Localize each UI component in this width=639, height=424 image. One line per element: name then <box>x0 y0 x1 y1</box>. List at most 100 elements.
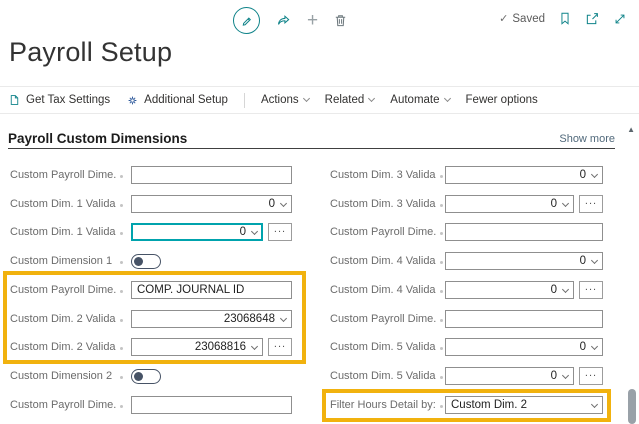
field-wrap: 0 <box>445 338 603 356</box>
combo-box[interactable]: 0 <box>131 195 292 213</box>
actionbar-item-get-tax-settings[interactable]: Get Tax Settings <box>8 93 110 107</box>
page-title: Payroll Setup <box>9 37 173 67</box>
actionbar-item-label: Fewer options <box>465 94 538 106</box>
combo-box[interactable]: Custom Dim. 2 <box>445 396 603 414</box>
field-label: Custom Payroll Dime... <box>330 226 436 238</box>
text-input[interactable] <box>445 310 603 328</box>
field-wrap <box>131 166 292 184</box>
scroll-up-arrow[interactable]: ▲ <box>627 126 635 134</box>
form-row-custom-payroll-dime-8: Custom Payroll Dime... <box>0 396 320 416</box>
chevron-down-icon <box>250 227 259 235</box>
field-marker-dot <box>120 319 123 322</box>
form-row-custom-dim-5-valida-7: Custom Dim. 5 Valida... 0... <box>320 367 639 387</box>
combo-box[interactable]: 23068648 <box>131 310 292 328</box>
combo-value: 0 <box>239 226 246 238</box>
combo-box[interactable]: 0 <box>445 166 603 184</box>
field-label: Custom Payroll Dime... <box>10 284 116 296</box>
open-in-window-button[interactable] <box>585 11 600 26</box>
text-input[interactable] <box>131 396 292 414</box>
actionbar-item-label: Automate <box>390 94 440 106</box>
expand-button[interactable] <box>613 12 627 26</box>
assist-edit-button[interactable]: ... <box>268 223 292 241</box>
actionbar-item-related[interactable]: Related <box>325 94 376 106</box>
combo-box[interactable]: 0 <box>445 195 574 213</box>
chevron-down-icon <box>590 342 599 350</box>
field-label: Custom Dim. 3 Valida... <box>330 169 436 181</box>
check-icon: ✓ <box>499 13 509 25</box>
combo-value: 0 <box>550 370 557 382</box>
field-label: Custom Dim. 5 Valida... <box>330 370 436 382</box>
field-label: Custom Dim. 4 Valida... <box>330 284 436 296</box>
toggle-switch[interactable] <box>131 369 161 384</box>
combo-box[interactable]: 0 <box>445 338 603 356</box>
edit-button[interactable] <box>233 7 260 34</box>
new-button[interactable]: + <box>307 9 319 31</box>
scrollbar-thumb[interactable] <box>628 389 636 424</box>
assist-edit-button[interactable]: ... <box>579 195 603 213</box>
field-label: Custom Dim. 5 Valida... <box>330 341 436 353</box>
field-label: Custom Dimension 2 ... <box>10 370 116 382</box>
combo-box[interactable]: 0 <box>445 367 574 385</box>
combo-box[interactable]: 0 <box>445 252 603 270</box>
field-marker-dot <box>440 405 443 408</box>
form-row-custom-dim-3-valida-1: Custom Dim. 3 Valida... 0... <box>320 195 639 215</box>
combo-value: 0 <box>550 284 557 296</box>
text-input[interactable]: COMP. JOURNAL ID <box>131 281 292 299</box>
save-status: ✓ Saved <box>499 12 545 26</box>
chevron-down-icon <box>590 170 599 178</box>
actionbar-item-fewer-options[interactable]: Fewer options <box>466 94 538 106</box>
form-row-custom-dim-2-valida-6: Custom Dim. 2 Valida... 23068816... <box>0 338 320 358</box>
text-input[interactable] <box>445 223 603 241</box>
delete-button[interactable] <box>333 13 348 28</box>
chevron-down-icon <box>561 199 570 207</box>
field-marker-dot <box>440 319 443 322</box>
combo-value: Custom Dim. 2 <box>451 399 528 411</box>
assist-edit-button[interactable]: ... <box>268 338 292 356</box>
add-icon: + <box>307 9 319 31</box>
field-label: Custom Payroll Dime... <box>10 169 116 181</box>
bookmark-button[interactable] <box>558 11 572 26</box>
action-bar: Get Tax Settings Additional Setup Actions R… <box>0 87 538 113</box>
actionbar-item-label: Get Tax Settings <box>26 94 111 106</box>
field-marker-dot <box>120 261 123 264</box>
actionbar-item-label: Additional Setup <box>144 94 228 106</box>
chevron-down-icon <box>279 199 288 207</box>
combo-value: 23068648 <box>223 313 275 325</box>
fasttab-header: Payroll Custom Dimensions Show more <box>8 129 615 149</box>
combo-box[interactable]: 0 <box>445 281 574 299</box>
field-wrap: 23068648 <box>131 310 292 328</box>
field-label: Filter Hours Detail by: <box>330 399 436 411</box>
assist-edit-button[interactable]: ... <box>579 281 603 299</box>
actionbar-item-label: Actions <box>260 94 299 106</box>
section-title[interactable]: Payroll Custom Dimensions <box>8 131 187 146</box>
chevron-down-icon <box>302 94 310 103</box>
combo-value: 0 <box>550 198 557 210</box>
share-button[interactable] <box>275 13 292 28</box>
setup-gear-icon <box>126 94 139 107</box>
save-status-label: Saved <box>512 12 545 25</box>
top-toolbar-center: + <box>233 7 348 34</box>
assist-edit-button[interactable]: ... <box>579 367 603 385</box>
form-column-left: Custom Payroll Dime... Custom Dim. 1 Vali… <box>0 166 320 424</box>
toggle-switch[interactable] <box>131 254 161 269</box>
expand-icon <box>613 12 627 26</box>
field-label: Custom Dim. 2 Valida... <box>10 313 116 325</box>
combo-box[interactable]: 0 <box>131 223 263 241</box>
field-marker-dot <box>440 261 443 264</box>
actionbar-item-actions[interactable]: Actions <box>260 94 310 106</box>
field-wrap <box>131 367 292 385</box>
field-marker-dot <box>120 405 123 408</box>
field-marker-dot <box>440 175 443 178</box>
text-input[interactable] <box>131 166 292 184</box>
show-more-link[interactable]: Show more <box>559 133 615 145</box>
field-wrap: 0... <box>445 195 603 213</box>
toggle-knob <box>134 371 143 381</box>
form-column-right: Custom Dim. 3 Valida... 0 Custom Dim. 3 Va… <box>320 166 639 424</box>
actionbar-item-additional-setup[interactable]: Additional Setup <box>126 94 228 107</box>
actionbar-item-automate[interactable]: Automate <box>390 94 451 106</box>
form-row-filter-hours-detail-by-8: Filter Hours Detail by: Custom Dim. 2 <box>320 396 639 416</box>
form-row-custom-payroll-dime-2: Custom Payroll Dime... <box>320 223 639 243</box>
form-row-custom-dim-2-valida-5: Custom Dim. 2 Valida... 23068648 <box>0 310 320 330</box>
combo-box[interactable]: 23068816 <box>131 338 263 356</box>
input-value: COMP. JOURNAL ID <box>137 284 245 296</box>
